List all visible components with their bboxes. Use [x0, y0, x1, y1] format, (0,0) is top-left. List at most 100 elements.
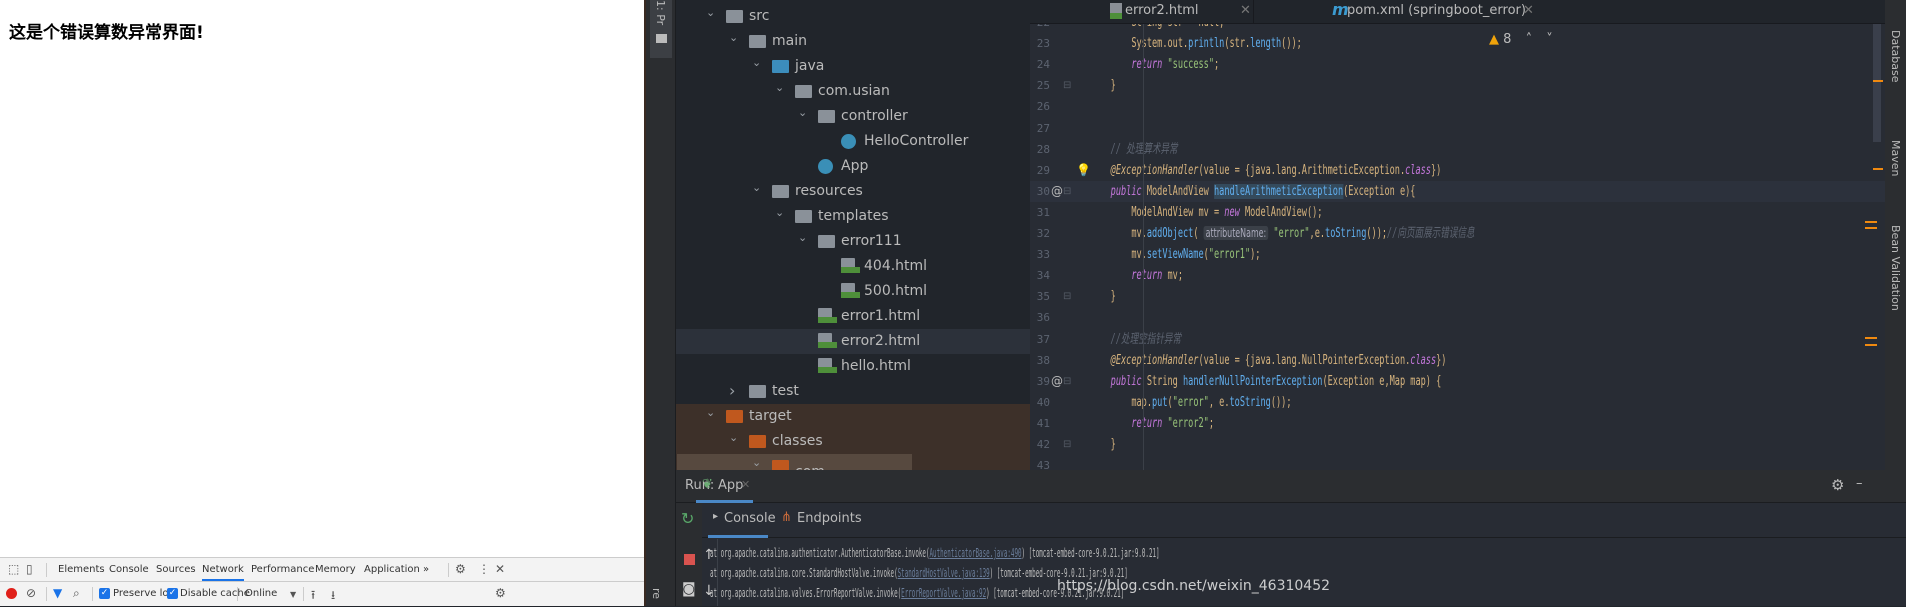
- import-har-icon[interactable]: ⭱: [311, 586, 315, 607]
- code-line[interactable]: 35 ⊟ }: [1030, 286, 1885, 307]
- chevron-down-icon[interactable]: ⌄: [798, 225, 807, 250]
- override-marker-icon[interactable]: @: [1051, 181, 1063, 202]
- maven-tool-button[interactable]: Maven: [1889, 140, 1902, 176]
- fold-marker-icon[interactable]: ⊟: [1063, 371, 1071, 392]
- editor-tab-error2[interactable]: error2.html ✕: [1110, 0, 1254, 24]
- inspect-element-icon[interactable]: ⬚: [8, 562, 19, 576]
- chevron-down-icon[interactable]: ⌄: [775, 75, 784, 100]
- code-line[interactable]: 23 System.out.println(str.length());: [1030, 33, 1885, 54]
- source-link[interactable]: ErrorReportValve.java:92: [901, 586, 986, 600]
- preserve-log-checkbox[interactable]: ✓: [99, 588, 110, 599]
- tab-endpoints[interactable]: ⋔ Endpoints: [781, 503, 862, 538]
- code-line[interactable]: 27: [1030, 118, 1885, 139]
- console-output[interactable]: at org.apache.catalina.authenticator.Aut…: [676, 538, 1906, 606]
- tree-item[interactable]: ⌄ com.usian: [676, 79, 1030, 104]
- code-line[interactable]: 31 ModelAndView mv = new ModelAndView();: [1030, 202, 1885, 223]
- run-config-tab[interactable]: ❦ App ✕: [696, 470, 753, 503]
- error-stripe-mark[interactable]: [1873, 80, 1883, 82]
- tab-memory[interactable]: Memory: [315, 564, 356, 575]
- source-link[interactable]: AuthenticatorBase.java:490: [929, 546, 1021, 560]
- inspection-widget[interactable]: ▲ 8 ˄ ˅: [1489, 32, 1553, 47]
- code-editor[interactable]: 22 String str = null;23 System.out.print…: [1030, 0, 1885, 470]
- fold-marker-icon[interactable]: ⊟: [1063, 75, 1071, 96]
- code-line[interactable]: 34 return mv;: [1030, 265, 1885, 286]
- structure-tool-button[interactable]: re: [650, 588, 663, 599]
- tree-item[interactable]: App: [676, 154, 1030, 179]
- bean-validation-tool-button[interactable]: Bean Validation: [1889, 225, 1902, 311]
- minimize-icon[interactable]: –: [1856, 476, 1863, 491]
- database-tool-button[interactable]: Database: [1889, 30, 1902, 83]
- chevron-down-icon[interactable]: ⌄: [775, 200, 784, 225]
- tab-sources[interactable]: Sources: [156, 564, 196, 575]
- override-marker-icon[interactable]: @: [1051, 371, 1063, 392]
- code-line[interactable]: 24 return "success";: [1030, 54, 1885, 75]
- tree-item[interactable]: error2.html: [676, 329, 1030, 354]
- tab-console[interactable]: Console: [109, 564, 149, 575]
- tree-item[interactable]: ⌄ resources: [676, 179, 1030, 204]
- tree-item[interactable]: 404.html: [676, 254, 1030, 279]
- error-stripe-mark[interactable]: [1865, 344, 1877, 346]
- code-line[interactable]: 26: [1030, 96, 1885, 117]
- search-icon[interactable]: ⌕: [73, 586, 80, 601]
- tree-item[interactable]: hello.html: [676, 354, 1030, 379]
- fold-marker-icon[interactable]: ⊟: [1063, 181, 1071, 202]
- code-line[interactable]: 28 // 处理算术异常: [1030, 139, 1885, 160]
- code-line[interactable]: 43: [1030, 455, 1885, 470]
- tab-network[interactable]: Network: [202, 564, 244, 581]
- close-tab-icon[interactable]: ✕: [741, 478, 750, 491]
- more-tabs-button[interactable]: »: [423, 564, 429, 575]
- lightbulb-icon[interactable]: 💡: [1076, 160, 1091, 181]
- tree-item[interactable]: ⌄ main: [676, 29, 1030, 54]
- gear-icon[interactable]: ⚙: [455, 562, 466, 576]
- chevron-down-icon[interactable]: ⌄: [729, 425, 738, 450]
- chevron-down-icon[interactable]: ⌄: [752, 50, 761, 75]
- code-line[interactable]: 41 return "error2";: [1030, 413, 1885, 434]
- tab-console[interactable]: ▸ Console: [708, 503, 776, 538]
- code-line[interactable]: 39 @ ⊟ public String handlerNullPointerExc…: [1030, 371, 1885, 392]
- device-toolbar-icon[interactable]: ▯: [26, 562, 33, 576]
- fold-marker-icon[interactable]: ⊟: [1063, 434, 1071, 455]
- tree-item[interactable]: ⌄ error111: [676, 229, 1030, 254]
- error-stripe-mark[interactable]: [1865, 227, 1877, 229]
- throttle-select[interactable]: Online: [245, 588, 277, 599]
- code-line[interactable]: 30 @ ⊟ public ModelAndView handleArithmeti…: [1030, 180, 1885, 202]
- tab-application[interactable]: Application: [364, 564, 420, 575]
- chevron-down-icon[interactable]: ⌄: [798, 100, 807, 125]
- filter-icon[interactable]: ▼: [53, 586, 62, 600]
- project-tool-button[interactable]: 1: Pr: [650, 0, 672, 58]
- tree-item[interactable]: › test: [676, 379, 1030, 404]
- tab-elements[interactable]: Elements: [58, 564, 105, 575]
- chevron-down-icon[interactable]: ⌄: [706, 0, 715, 25]
- tree-item[interactable]: ⌄ controller: [676, 104, 1030, 129]
- code-line[interactable]: 37 //处理空指针异常: [1030, 329, 1885, 350]
- close-icon[interactable]: ✕: [495, 562, 505, 576]
- source-link[interactable]: StandardHostValve.java:139: [898, 566, 990, 580]
- editor-scrollbar[interactable]: [1873, 24, 1881, 142]
- fold-marker-icon[interactable]: ⊟: [1063, 286, 1071, 307]
- chevron-down-icon[interactable]: ⌄: [729, 25, 738, 50]
- code-line[interactable]: 42 ⊟ }: [1030, 434, 1885, 455]
- tree-item[interactable]: ⌄com: [676, 454, 1030, 470]
- close-tab-icon[interactable]: ✕: [1240, 3, 1251, 18]
- network-settings-icon[interactable]: ⚙: [495, 586, 506, 600]
- tab-performance[interactable]: Performance: [251, 564, 314, 575]
- editor-tab-pom[interactable]: m pom.xml (springboot_error): [1330, 0, 1550, 24]
- tree-item[interactable]: error1.html: [676, 304, 1030, 329]
- tree-item[interactable]: HelloController: [676, 129, 1030, 154]
- chevron-down-icon[interactable]: ⌄: [752, 175, 761, 200]
- close-tab-icon[interactable]: ✕: [1523, 3, 1534, 18]
- chevron-down-icon[interactable]: ▼: [290, 590, 296, 599]
- tree-item[interactable]: 500.html: [676, 279, 1030, 304]
- code-line[interactable]: 33 mv.setViewName("error1");: [1030, 244, 1885, 265]
- disable-cache-checkbox[interactable]: ✓: [167, 588, 178, 599]
- chevron-down-icon[interactable]: ⌄: [752, 450, 761, 470]
- record-icon[interactable]: [6, 588, 17, 599]
- code-line[interactable]: 38 @ExceptionHandler(value = {java.lang.…: [1030, 350, 1885, 371]
- chevron-down-icon[interactable]: ⌄: [706, 400, 715, 425]
- tree-item[interactable]: ⌄ classes: [676, 429, 1030, 454]
- error-stripe-mark[interactable]: [1865, 337, 1877, 339]
- more-options-icon[interactable]: ⋮: [478, 562, 490, 576]
- rerun-icon[interactable]: ↻: [681, 509, 694, 528]
- error-stripe-mark[interactable]: [1865, 221, 1877, 223]
- chevron-right-icon[interactable]: ›: [729, 378, 735, 403]
